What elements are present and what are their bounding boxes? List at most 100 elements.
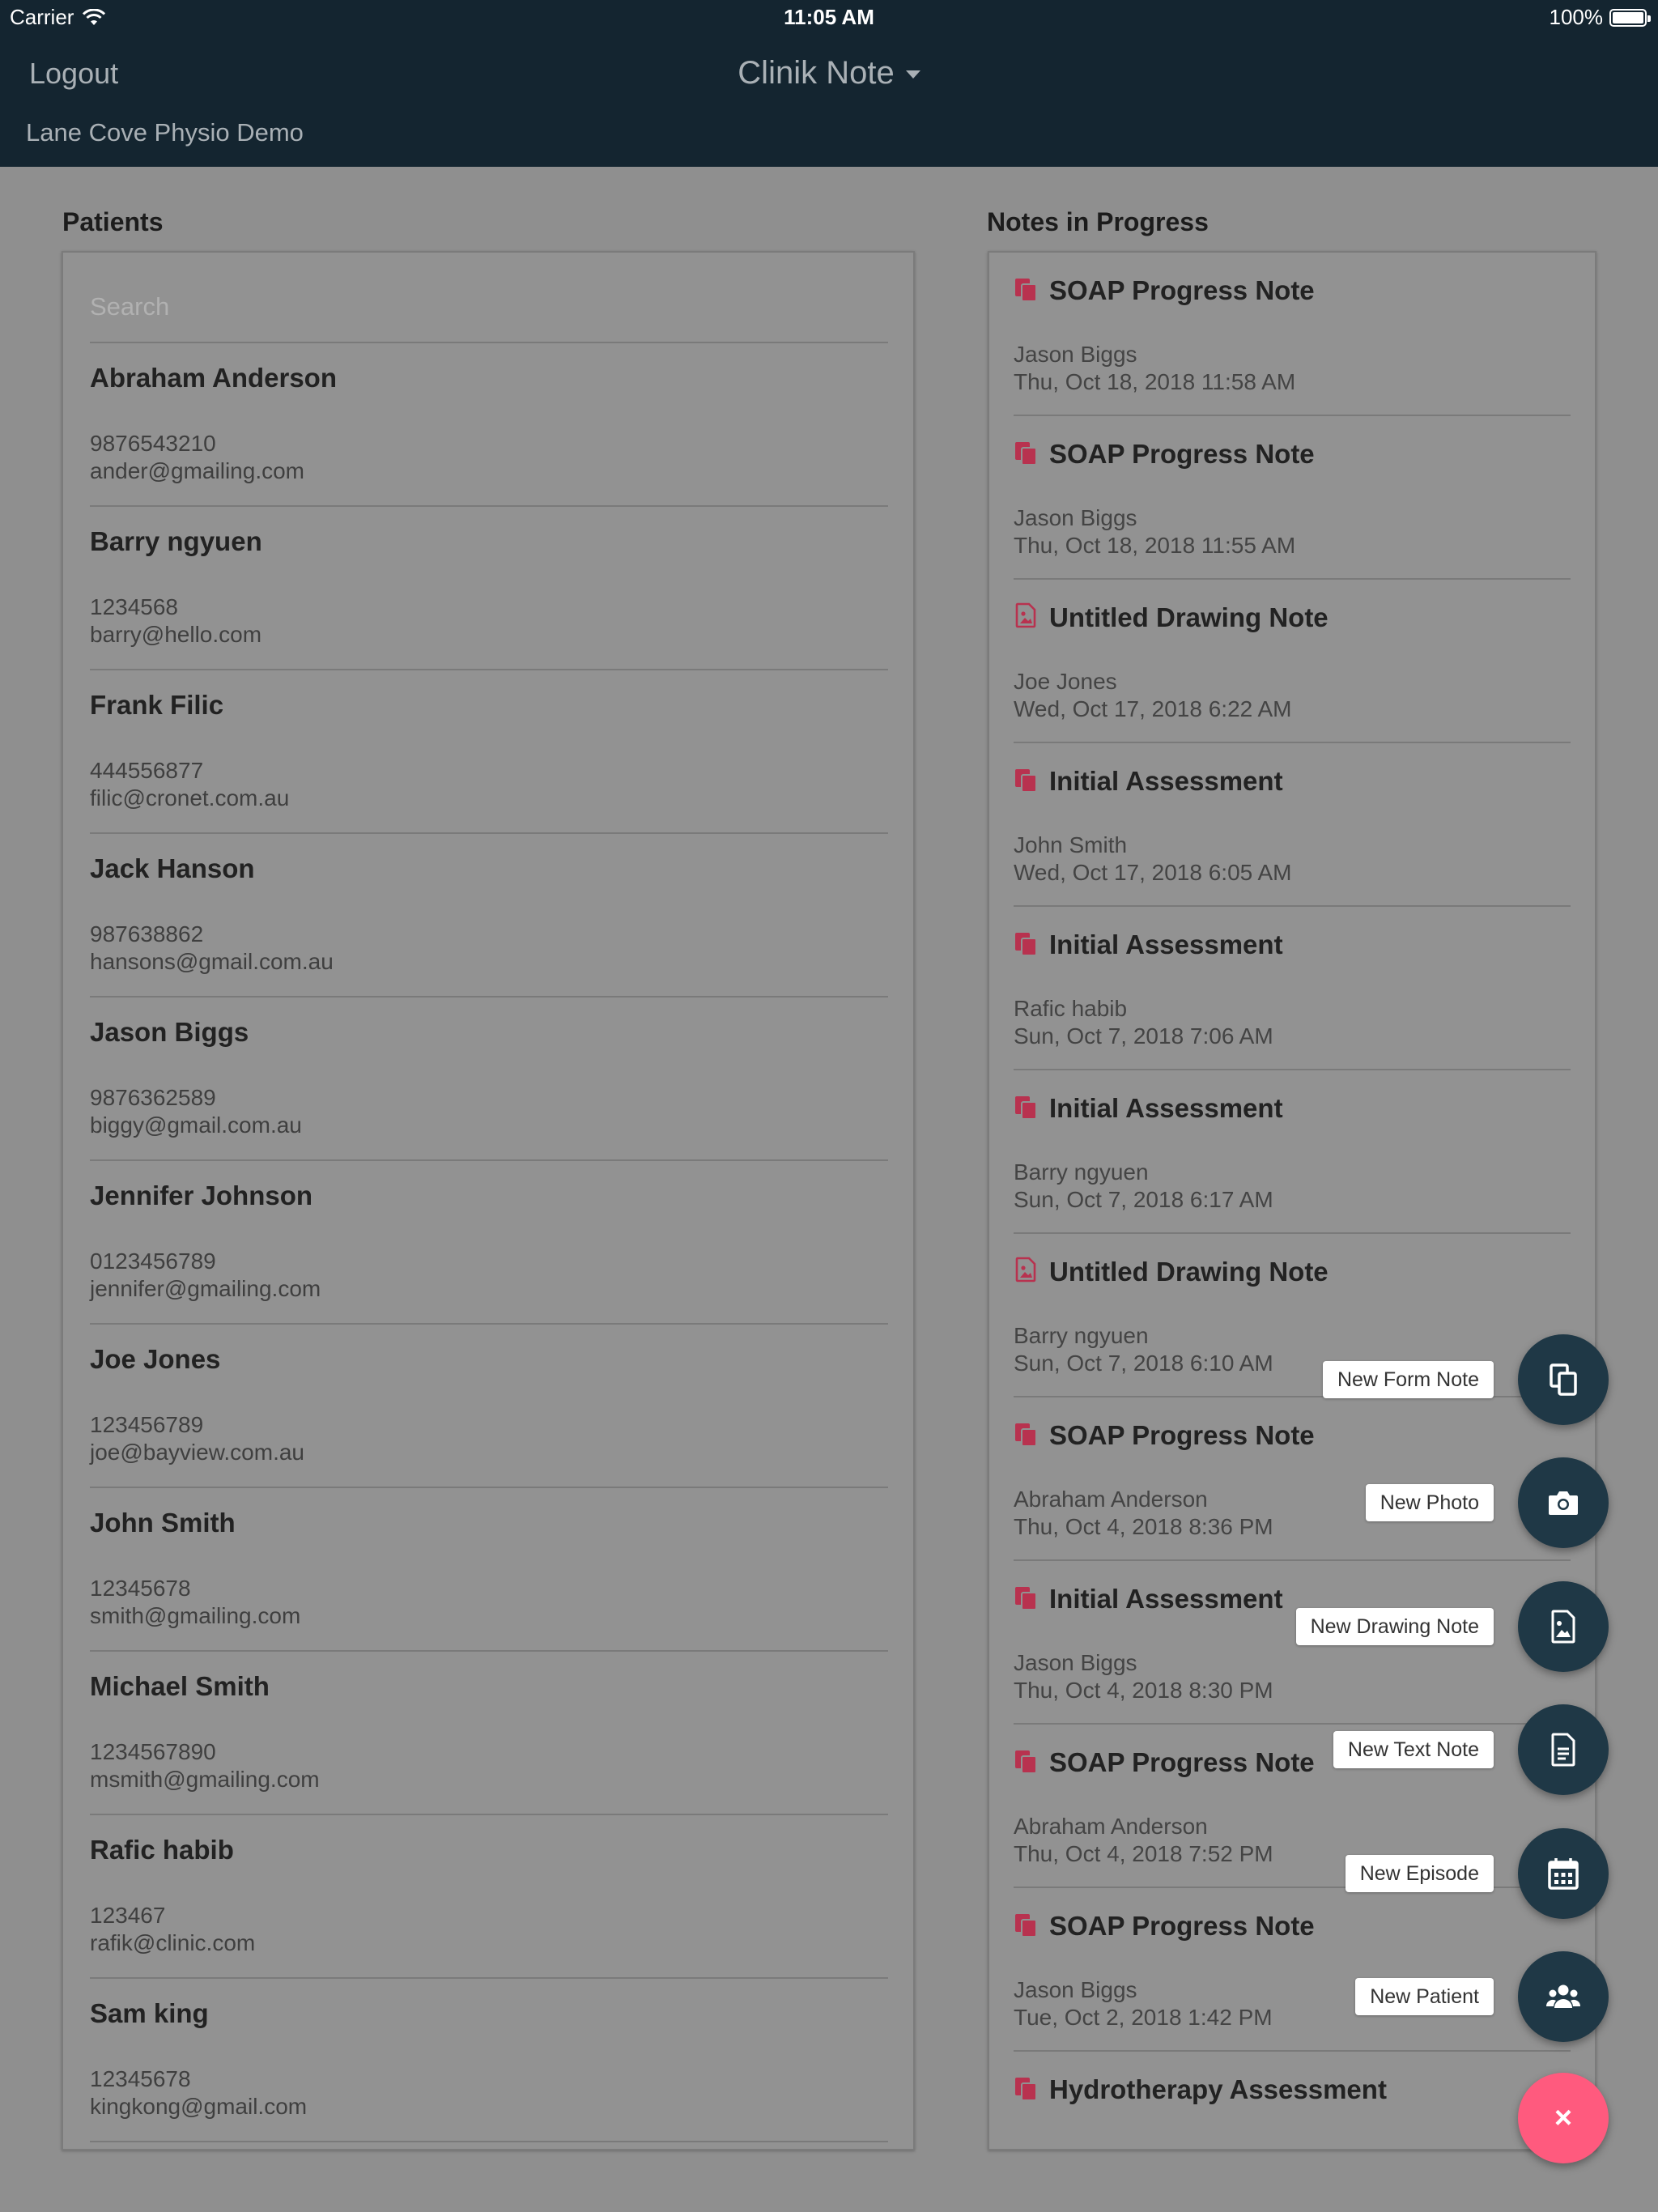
patient-phone: 444556877: [90, 758, 204, 783]
note-row[interactable]: Initial Assessment John Smith Wed, Oct 17,…: [1014, 743, 1571, 907]
new-patient-label[interactable]: New Patient: [1355, 1978, 1494, 2015]
note-date: Thu, Oct 18, 2018 11:55 AM: [1014, 533, 1296, 558]
note-date: Thu, Oct 4, 2018 8:36 PM: [1014, 1514, 1273, 1539]
note-date: Wed, Oct 17, 2018 6:05 AM: [1014, 860, 1292, 885]
new-episode-fab-button[interactable]: [1518, 1828, 1609, 1919]
notes-title: Notes in Progress: [987, 207, 1209, 236]
new-patient-fab-button[interactable]: [1518, 1951, 1609, 2042]
patient-phone: 123456789: [90, 1412, 204, 1437]
note-date: Thu, Oct 4, 2018 8:30 PM: [1014, 1678, 1273, 1703]
form-note-icon: [1014, 1749, 1038, 1775]
note-title: SOAP Progress Note: [1049, 1420, 1315, 1450]
patient-row[interactable]: Sam king 12345678 kingkong@gmail.com: [90, 1979, 888, 2142]
new-text-note-fab-button[interactable]: [1518, 1704, 1609, 1795]
note-title: Initial Assessment: [1049, 766, 1283, 796]
form-note-icon: [1014, 1095, 1038, 1121]
app-title: Clinik Note: [738, 55, 895, 91]
new-photo-fab-button[interactable]: [1518, 1457, 1609, 1548]
patient-list: Abraham Anderson 9876543210 ander@gmailing…: [90, 343, 888, 2142]
form-note-icon: [1014, 768, 1038, 793]
new-drawing-note-fab-button[interactable]: [1518, 1581, 1609, 1672]
form-note-icon: [1014, 1585, 1038, 1611]
clipboard-copy-icon: [1544, 1360, 1583, 1399]
caret-down-icon: [905, 70, 920, 79]
patient-row[interactable]: Jack Hanson 987638862 hansons@gmail.com.au: [90, 834, 888, 998]
patients-panel: Abraham Anderson 9876543210ander@gmailing…: [62, 251, 915, 2150]
patient-row[interactable]: Jason Biggs 9876362589 biggy@gmail.com.au: [90, 998, 888, 1161]
note-patient: Rafic habib: [1014, 996, 1128, 1021]
note-patient: Jason Biggs: [1014, 1977, 1137, 2002]
patient-phone: 123467: [90, 1903, 166, 1928]
patient-name: John Smith: [90, 1508, 236, 1538]
patient-row[interactable]: John Smith 12345678 smith@gmailing.com: [90, 1488, 888, 1652]
close-fab-button[interactable]: ×: [1518, 2073, 1609, 2163]
note-row[interactable]: Initial Assessment Barry ngyuen Sun, Oct 7…: [1014, 1070, 1571, 1234]
note-title: SOAP Progress Note: [1049, 275, 1315, 305]
note-row[interactable]: Initial Assessment Rafic habib Sun, Oct 7,…: [1014, 907, 1571, 1070]
patient-row[interactable]: Michael Smith 1234567890 msmith@gmailing.c…: [90, 1652, 888, 1815]
patient-email: rafik@clinic.com: [90, 1930, 256, 1955]
form-note-icon: [1014, 2076, 1038, 2102]
note-title: Initial Assessment: [1049, 1584, 1283, 1614]
patient-row[interactable]: Barry ngyuen 1234568 barry@hello.com: [90, 507, 888, 670]
new-form-note-label[interactable]: New Form Note: [1322, 1361, 1494, 1398]
patient-name: Jennifer Johnson: [90, 1180, 313, 1210]
patient-name: Frank Filic: [90, 690, 224, 720]
note-date: Wed, Oct 17, 2018 6:22 AM: [1014, 696, 1292, 721]
patients-title: Patients: [62, 207, 164, 236]
form-note-icon: [1014, 1912, 1038, 1938]
note-row[interactable]: SOAP Progress Note Jason Biggs Thu, Oct 18…: [1014, 253, 1571, 416]
app-title-dropdown[interactable]: Clinik Note: [0, 55, 1658, 91]
note-row[interactable]: SOAP Progress Note Jason Biggs Tue, Oct 2,…: [1014, 1888, 1571, 2052]
search-input[interactable]: [90, 272, 888, 343]
battery-percent: 100%: [1549, 5, 1604, 29]
note-patient: Barry ngyuen: [1014, 1159, 1149, 1185]
patient-phone: 987638862: [90, 921, 204, 946]
patient-email: hansons@gmail.com.au: [90, 949, 334, 974]
patient-phone: 12345678: [90, 1576, 191, 1601]
new-episode-label[interactable]: New Episode: [1345, 1855, 1494, 1892]
note-row[interactable]: Untitled Drawing Note Joe Jones Wed, Oct 1…: [1014, 580, 1571, 743]
form-note-icon: [1014, 1422, 1038, 1448]
patient-name: Joe Jones: [90, 1344, 221, 1374]
patient-row[interactable]: Frank Filic 444556877 filic@cronet.com.au: [90, 670, 888, 834]
patient-phone: 9876362589: [90, 1085, 216, 1110]
note-patient: Jason Biggs: [1014, 505, 1137, 530]
patient-email: ander@gmailing.com: [90, 458, 304, 483]
note-title: Untitled Drawing Note: [1049, 602, 1329, 632]
top-bar: Carrier 11:05 AM 100% Logout Clinik Note…: [0, 0, 1658, 167]
patient-email: filic@cronet.com.au: [90, 785, 290, 810]
new-text-note-label[interactable]: New Text Note: [1333, 1731, 1494, 1768]
camera-icon: [1544, 1483, 1583, 1522]
patient-phone: 0123456789: [90, 1249, 216, 1274]
form-note-icon: [1014, 440, 1038, 466]
note-date: Sun, Oct 7, 2018 6:17 AM: [1014, 1187, 1273, 1212]
note-patient: Barry ngyuen: [1014, 1323, 1149, 1348]
note-row[interactable]: SOAP Progress Note Jason Biggs Thu, Oct 18…: [1014, 416, 1571, 580]
patient-name: Sam king: [90, 1998, 209, 2028]
note-date: Sun, Oct 7, 2018 7:06 AM: [1014, 1023, 1273, 1049]
note-row[interactable]: SOAP Progress Note Abraham Anderson Thu, O…: [1014, 1397, 1571, 1561]
battery-icon: [1609, 8, 1651, 27]
note-title: Untitled Drawing Note: [1049, 1257, 1329, 1287]
note-patient: Abraham Anderson: [1014, 1487, 1208, 1512]
patient-email: biggy@gmail.com.au: [90, 1112, 302, 1138]
patient-row[interactable]: Rafic habib 123467 rafik@clinic.com: [90, 1815, 888, 1979]
note-date: Thu, Oct 4, 2018 7:52 PM: [1014, 1841, 1273, 1866]
patient-name: Barry ngyuen: [90, 526, 262, 556]
patient-row[interactable]: Jennifer Johnson 0123456789 jennifer@gmail…: [90, 1161, 888, 1325]
status-time: 11:05 AM: [784, 5, 874, 29]
new-photo-label[interactable]: New Photo: [1365, 1484, 1494, 1521]
note-row[interactable]: Hydrotherapy Assessment: [1014, 2052, 1571, 2149]
new-drawing-note-label[interactable]: New Drawing Note: [1295, 1608, 1494, 1645]
new-form-note-fab-button[interactable]: [1518, 1334, 1609, 1425]
drawing-note-icon: [1014, 1257, 1038, 1283]
patient-row[interactable]: Joe Jones 123456789 joe@bayview.com.au: [90, 1325, 888, 1488]
patient-name: Abraham Anderson: [90, 363, 337, 393]
patient-phone: 12345678: [90, 2066, 191, 2091]
drawing-note-icon: [1014, 602, 1038, 628]
note-patient: John Smith: [1014, 832, 1128, 857]
patient-row[interactable]: Abraham Anderson 9876543210 ander@gmailing…: [90, 343, 888, 507]
note-title: SOAP Progress Note: [1049, 1911, 1315, 1941]
patient-name: Jason Biggs: [90, 1017, 249, 1047]
